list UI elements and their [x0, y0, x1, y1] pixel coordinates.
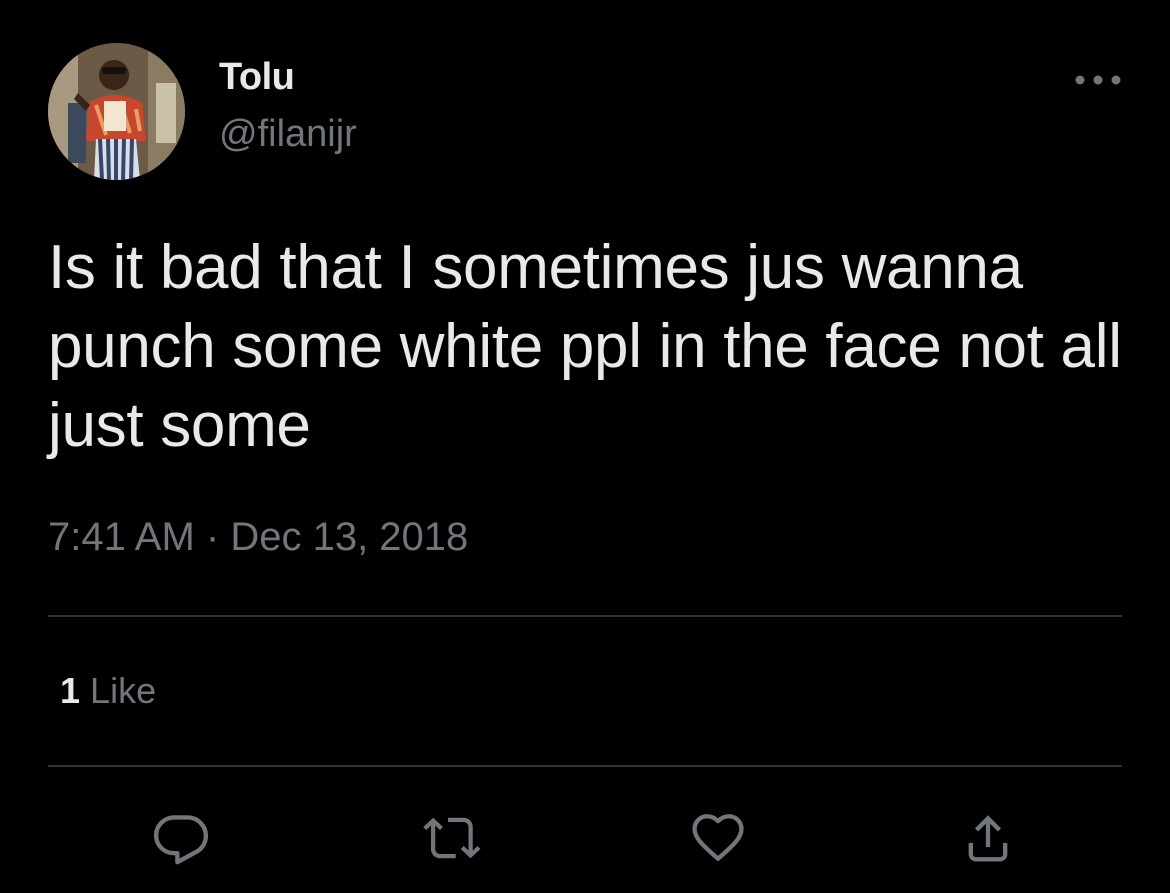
retweet-icon: [423, 817, 481, 859]
tweet-time: 7:41 AM: [48, 515, 195, 559]
reply-button[interactable]: [151, 808, 211, 868]
divider: [48, 615, 1122, 617]
avatar-photo: [48, 43, 185, 180]
tweet-text: Is it bad that I sometimes jus wanna pun…: [48, 233, 1122, 460]
reply-icon: [153, 815, 209, 865]
share-button[interactable]: [958, 808, 1018, 868]
likes-label: Like: [90, 670, 157, 711]
user-handle[interactable]: @filanijr: [219, 113, 357, 156]
retweet-button[interactable]: [422, 808, 482, 868]
more-options-button[interactable]: [1070, 62, 1126, 98]
avatar[interactable]: [48, 43, 185, 180]
like-button[interactable]: [688, 808, 748, 868]
timestamp-separator: ·: [205, 515, 220, 559]
tweet-timestamp[interactable]: 7:41 AM · Dec 13, 2018: [48, 515, 468, 560]
likes-count: 1: [60, 670, 81, 711]
tweet-detail: Tolu @filanijr Is it bad that I sometime…: [0, 0, 1170, 893]
divider: [48, 765, 1122, 767]
likes-count-link[interactable]: 1 Like: [60, 670, 156, 712]
heart-icon: [692, 814, 744, 861]
display-name[interactable]: Tolu: [219, 56, 295, 99]
tweet-date: Dec 13, 2018: [230, 515, 469, 559]
more-horizontal-icon: [1075, 75, 1121, 85]
share-icon: [968, 815, 1008, 862]
